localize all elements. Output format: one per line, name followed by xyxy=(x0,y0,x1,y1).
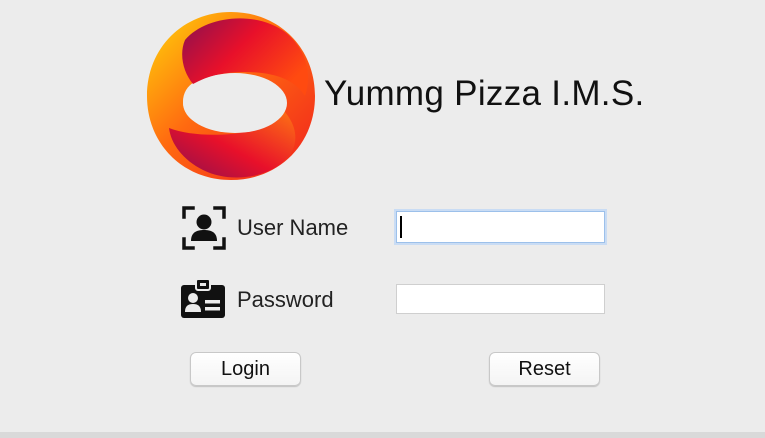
username-label: User Name xyxy=(237,215,349,240)
login-window: Yummg Pizza I.M.S. User Name Password Lo… xyxy=(0,0,765,438)
app-logo-icon xyxy=(147,12,315,180)
password-label: Password xyxy=(237,287,334,312)
login-button[interactable]: Login xyxy=(190,352,301,386)
user-scan-icon xyxy=(182,206,226,250)
password-input[interactable] xyxy=(396,284,605,314)
id-badge-icon xyxy=(181,278,225,318)
text-caret xyxy=(400,216,402,238)
reset-button[interactable]: Reset xyxy=(489,352,600,386)
app-title: Yummg Pizza I.M.S. xyxy=(324,74,645,113)
username-input[interactable] xyxy=(396,211,605,243)
window-bottom-edge xyxy=(0,432,765,438)
